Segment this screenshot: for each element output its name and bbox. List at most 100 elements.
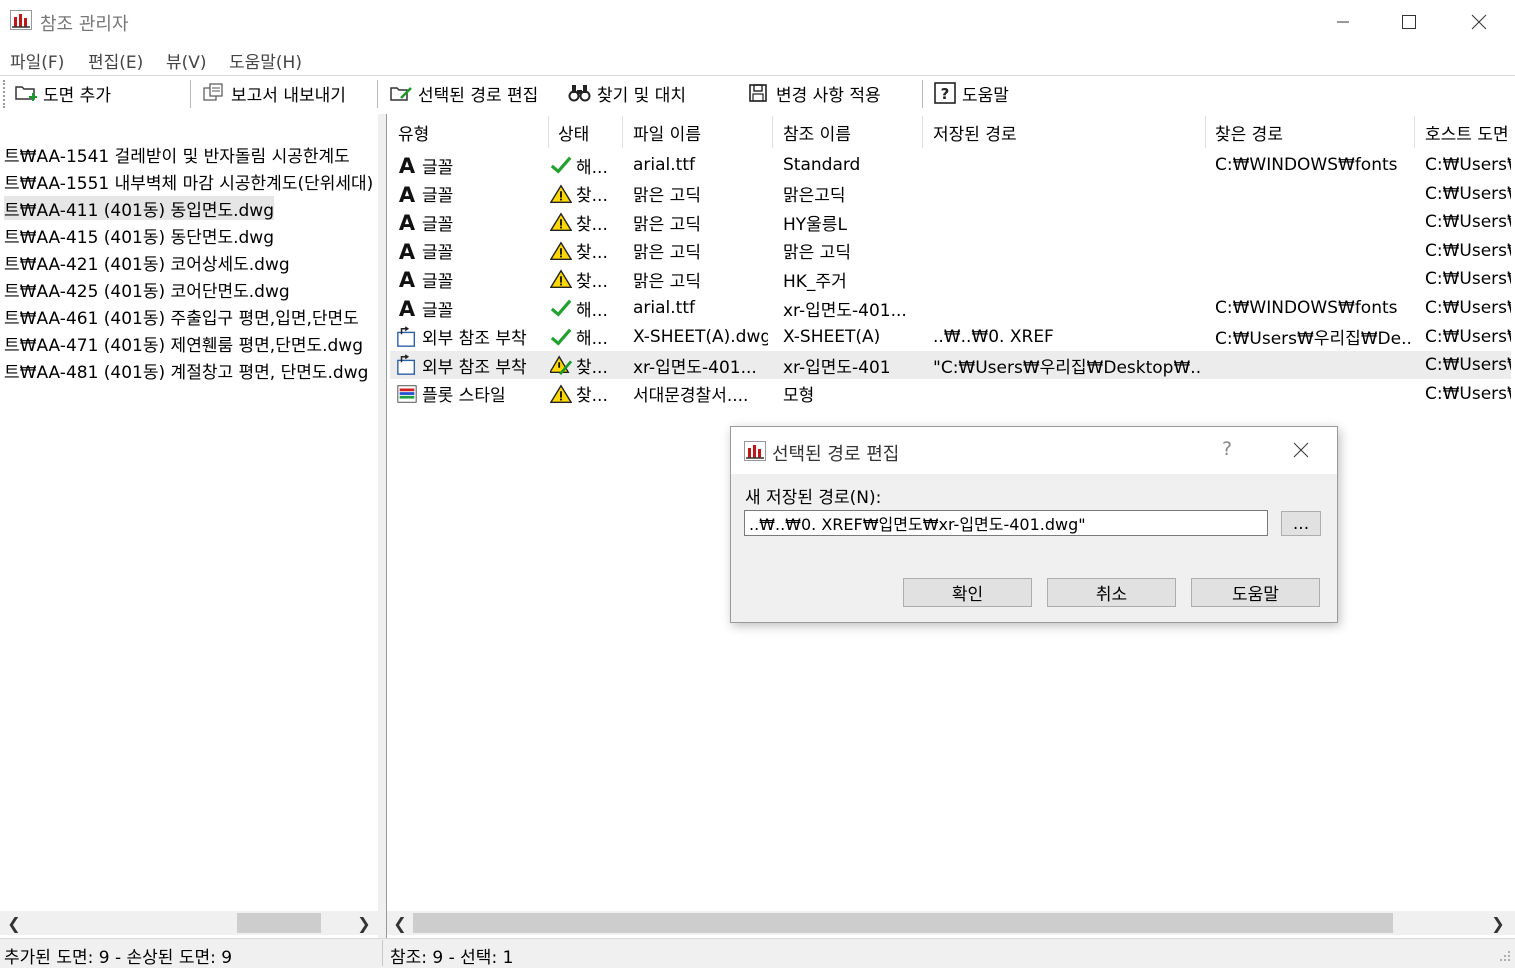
maximize-button[interactable] — [1376, 0, 1442, 44]
column-divider[interactable] — [1205, 116, 1206, 148]
warning-icon — [550, 211, 572, 233]
close-button[interactable] — [1446, 0, 1512, 44]
cell-type: 외부 참조 부착 — [396, 323, 527, 351]
font-icon: A — [396, 240, 418, 262]
table-row[interactable]: A 글꼴 찾... 맑은 고딕 HK_주거 C:₩Users₩ — [390, 265, 1511, 293]
column-header-status[interactable]: 상태 — [558, 118, 589, 146]
column-header-host-drawing[interactable]: 호스트 도면 — [1425, 118, 1511, 146]
cell-status: 해... — [550, 294, 608, 322]
warning-icon — [550, 240, 572, 262]
table-row[interactable]: A 글꼴 찾... 맑은 고딕 맑은고딕 C:₩Users₩ — [390, 180, 1511, 208]
cell-found-path: C:₩Users₩우리집₩De... — [1215, 329, 1410, 350]
drawing-item[interactable]: 트₩AA-461 (401동) 주출입구 평면,입면,단면도 — [4, 304, 359, 329]
drawing-item[interactable]: 트₩AA-421 (401동) 코어상세도.dwg — [4, 250, 290, 275]
add-drawing-label: 도면 추가 — [43, 85, 111, 106]
cancel-button[interactable]: 취소 — [1047, 578, 1176, 607]
table-row-selected[interactable]: 외부 참조 부착 찾... xr-입면도-401... xr-입면도-401 "C:₩U… — [390, 351, 1511, 380]
menu-view[interactable]: 뷰(V) — [166, 48, 207, 73]
column-divider[interactable] — [1414, 116, 1415, 148]
table-row[interactable]: A 글꼴 찾... 맑은 고딕 HY울릉L C:₩Users₩ — [390, 208, 1511, 236]
drawing-item[interactable]: 트₩AA-1541 걸레받이 및 반자돌림 시공한계도 — [4, 142, 350, 167]
scroll-right-arrow-icon[interactable]: ❯ — [1486, 911, 1510, 935]
plotstyle-icon — [396, 383, 418, 405]
left-scrollbar-thumb[interactable] — [237, 913, 321, 933]
cell-found-path — [1215, 180, 1410, 208]
drawing-item[interactable]: 트₩AA-425 (401동) 코어단면도.dwg — [4, 277, 290, 302]
column-header-filename[interactable]: 파일 이름 — [633, 118, 701, 146]
left-horizontal-scrollbar[interactable] — [0, 911, 378, 935]
drawing-item[interactable]: 트₩AA-1551 내부벽체 마감 시공한계도(단위세대) — [4, 169, 373, 194]
font-icon: A — [396, 211, 418, 233]
scroll-left-arrow-icon[interactable]: ❮ — [2, 911, 26, 935]
export-report-button[interactable]: 보고서 내보내기 — [202, 80, 346, 106]
cell-found-path — [1215, 380, 1410, 408]
cell-status-text: 찾... — [576, 357, 608, 378]
cell-status-text: 해... — [576, 157, 608, 178]
table-row[interactable]: 플롯 스타일 찾... 서대문경찰서.... 모형 C:₩Users₩ — [390, 380, 1511, 408]
drawing-item[interactable]: 트₩AA-481 (401동) 계절창고 평면, 단면도.dwg — [4, 358, 368, 383]
table-row[interactable]: A 글꼴 찾... 맑은 고딕 맑은 고딕 C:₩Users₩ — [390, 237, 1511, 265]
help-button[interactable]: ? 도움말 — [933, 80, 1009, 106]
cell-host-drawing: C:₩Users₩ — [1425, 326, 1511, 347]
cell-host-drawing: C:₩Users₩ — [1425, 155, 1511, 175]
pane-splitter[interactable] — [378, 114, 386, 938]
drawing-tree-pane[interactable]: 트₩AA-1541 걸레받이 및 반자돌림 시공한계도 트₩AA-1551 내부… — [0, 114, 383, 938]
cell-type: 외부 참조 부착 — [396, 351, 527, 379]
dialog-help-action-button[interactable]: 도움말 — [1191, 578, 1320, 607]
browse-button[interactable]: ... — [1281, 511, 1321, 536]
dialog-close-button[interactable] — [1288, 434, 1314, 466]
cell-host-drawing: C:₩Users₩ — [1425, 269, 1511, 290]
toolbar-grip[interactable] — [3, 80, 9, 108]
toolbar-separator — [377, 80, 378, 108]
table-row[interactable]: A 글꼴 해... arial.ttf xr-입면도-401... C:₩WINDOWS₩… — [390, 294, 1511, 322]
app-icon — [10, 10, 32, 30]
cell-type-text: 글꼴 — [422, 214, 454, 235]
check-icon — [550, 297, 572, 319]
column-header-found-path[interactable]: 찾은 경로 — [1215, 118, 1283, 146]
table-row[interactable]: 외부 참조 부착 해... X-SHEET(A).dwg X-SHEET(A) ..₩.… — [390, 323, 1511, 351]
cell-refname: 모형 — [783, 386, 815, 407]
font-icon: A — [396, 183, 418, 205]
apply-changes-button[interactable]: 변경 사항 적용 — [747, 80, 881, 106]
xref-icon — [396, 354, 418, 376]
find-replace-button[interactable]: 찾기 및 대치 — [568, 80, 686, 106]
column-divider[interactable] — [548, 116, 549, 148]
column-divider[interactable] — [772, 116, 773, 148]
column-header-refname[interactable]: 참조 이름 — [783, 118, 851, 146]
cell-status-text: 찾... — [576, 186, 608, 207]
cell-filename: X-SHEET(A).dwg — [633, 326, 768, 347]
add-drawing-button[interactable]: 도면 추가 — [14, 80, 111, 106]
column-divider[interactable] — [622, 116, 623, 148]
right-scrollbar-thumb[interactable] — [413, 913, 1393, 933]
menu-edit[interactable]: 편집(E) — [88, 48, 143, 73]
ok-button[interactable]: 확인 — [903, 578, 1032, 607]
cell-filename: 맑은 고딕 — [633, 186, 701, 207]
dialog-help-button[interactable]: ? — [1222, 438, 1232, 460]
status-divider — [382, 940, 383, 966]
cell-host-drawing: C:₩Users₩ — [1425, 298, 1511, 318]
edit-selected-path-button[interactable]: 선택된 경로 편집 — [389, 80, 538, 106]
drawing-item[interactable]: 트₩AA-471 (401동) 제연휀룸 평면,단면도.dwg — [4, 331, 363, 356]
column-header-saved-path[interactable]: 저장된 경로 — [933, 118, 1017, 146]
resize-grip-icon[interactable] — [1496, 948, 1512, 964]
minimize-button[interactable] — [1310, 0, 1376, 44]
menu-file[interactable]: 파일(F) — [10, 48, 64, 73]
cell-status: 찾... — [550, 208, 608, 236]
column-header-type[interactable]: 유형 — [398, 118, 429, 146]
cell-found-path: C:₩WINDOWS₩fonts — [1215, 155, 1398, 175]
scroll-left-arrow-icon[interactable]: ❮ — [388, 911, 412, 935]
cell-type: 플롯 스타일 — [396, 380, 506, 408]
cell-saved-path — [933, 294, 1201, 322]
table-row[interactable]: A 글꼴 해... arial.ttf Standard C:₩WINDOWS₩fonts… — [390, 151, 1511, 179]
cell-status-text: 찾... — [576, 271, 608, 292]
scroll-right-arrow-icon[interactable]: ❯ — [352, 911, 376, 935]
status-references: 참조: 9 - 선택: 1 — [390, 948, 514, 968]
add-drawing-icon — [15, 86, 37, 101]
drawing-item[interactable]: 트₩AA-415 (401동) 동단면도.dwg — [4, 223, 274, 248]
check-icon — [550, 154, 572, 176]
new-saved-path-input[interactable] — [744, 510, 1268, 536]
warning-icon — [550, 268, 572, 290]
menu-help[interactable]: 도움말(H) — [229, 48, 302, 73]
column-divider[interactable] — [922, 116, 923, 148]
drawing-item-selected[interactable]: 트₩AA-411 (401동) 동입면도.dwg — [4, 196, 274, 221]
